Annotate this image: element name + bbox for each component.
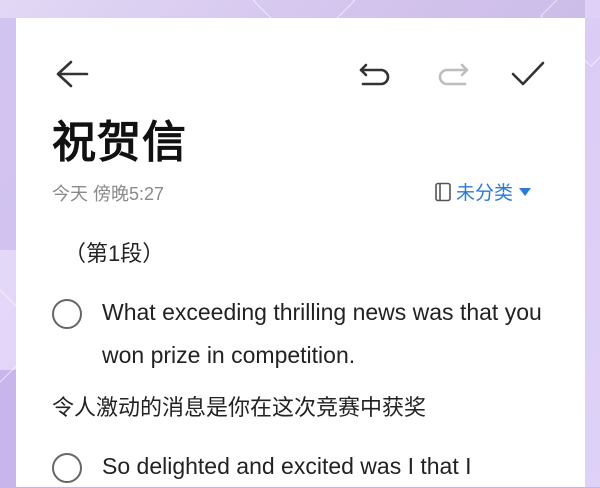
note-editor: 祝贺信 今天 傍晚5:27 未分类 （第1段） What exceeding t…	[16, 18, 585, 487]
bg-stripe	[585, 0, 600, 487]
checkmark-icon	[511, 61, 545, 86]
done-button[interactable]	[506, 52, 550, 96]
category-selector[interactable]: 未分类	[434, 178, 532, 205]
undo-icon	[359, 63, 390, 86]
todo-item: What exceeding thrilling news was that y…	[52, 297, 552, 377]
translation-line[interactable]: 令人激动的消息是你在这次竞赛中获奖	[52, 390, 426, 422]
redo-button[interactable]	[432, 52, 476, 96]
todo-checkbox[interactable]	[52, 453, 82, 483]
note-timestamp: 今天 傍晚5:27	[52, 184, 165, 204]
todo-item: So delighted and excited was I that I	[52, 451, 552, 488]
category-label: 未分类	[456, 183, 514, 204]
todo-text[interactable]: So delighted and excited was I that I	[102, 445, 552, 488]
notebook-icon	[435, 182, 451, 201]
section-label[interactable]: （第1段）	[64, 236, 164, 268]
todo-checkbox[interactable]	[52, 299, 82, 329]
back-button[interactable]	[50, 52, 94, 96]
bg-stripe	[0, 370, 16, 487]
undo-button[interactable]	[352, 52, 396, 96]
redo-icon	[438, 63, 469, 86]
dropdown-caret-icon	[519, 187, 532, 196]
back-arrow-icon	[56, 60, 89, 88]
todo-text[interactable]: What exceeding thrilling news was that y…	[102, 291, 552, 377]
note-title[interactable]: 祝贺信	[52, 115, 187, 171]
bg-stripe	[0, 18, 16, 250]
toolbar	[16, 18, 585, 128]
